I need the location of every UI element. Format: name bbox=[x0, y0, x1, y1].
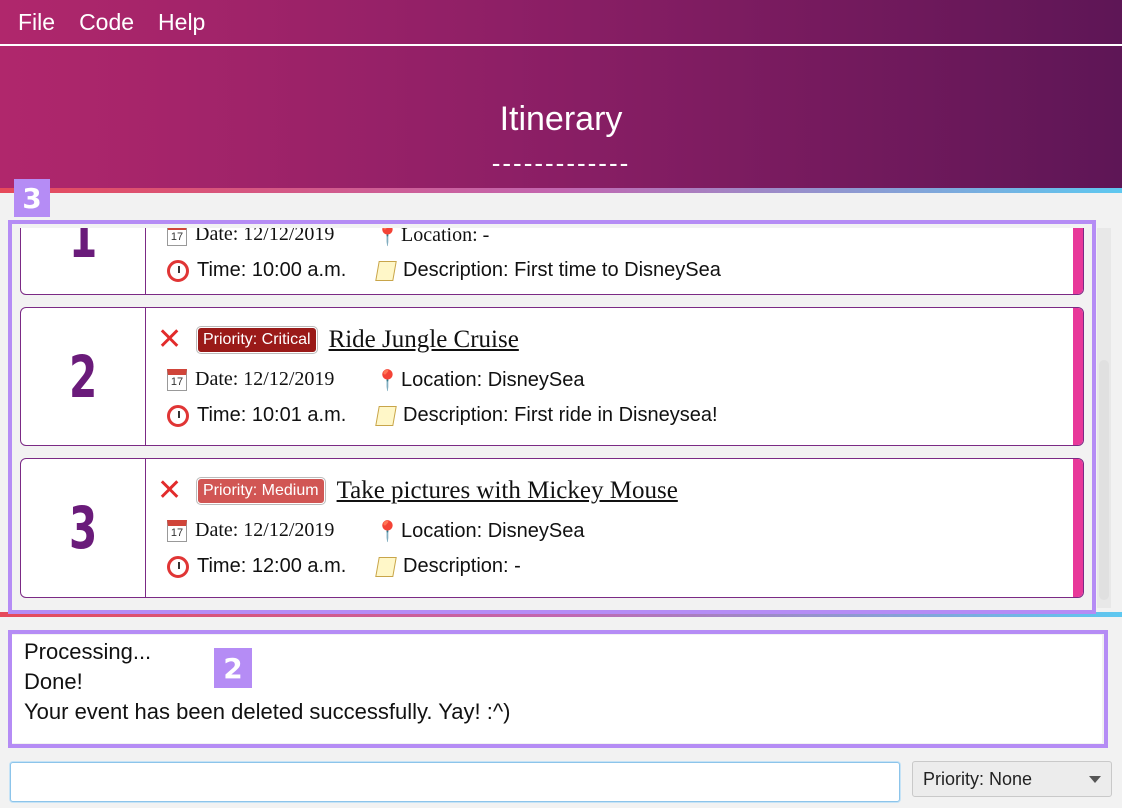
event-location-text: Location: - bbox=[401, 228, 490, 246]
page-title: Itinerary bbox=[499, 100, 623, 138]
list-accent-bar bbox=[0, 612, 1122, 617]
alarm-clock-icon bbox=[167, 259, 189, 282]
alarm-clock-icon bbox=[167, 404, 189, 427]
command-input[interactable] bbox=[10, 762, 900, 802]
event-location: 📍 Location: - bbox=[375, 228, 489, 248]
annotation-tag-list: 3 bbox=[14, 179, 50, 217]
event-name[interactable]: Ride Jungle Cruise bbox=[329, 326, 519, 354]
event-location-text: Location: DisneySea bbox=[401, 520, 585, 542]
calendar-icon: 17 bbox=[167, 228, 187, 246]
result-line: Done! bbox=[24, 669, 83, 694]
event-description: Description: - bbox=[375, 555, 521, 578]
delete-x-icon[interactable]: ✕ bbox=[157, 322, 187, 357]
priority-dropdown-value: Priority: None bbox=[923, 768, 1033, 789]
event-time-text: Time: 10:01 a.m. bbox=[197, 404, 347, 426]
event-time-text: Time: 10:00 a.m. bbox=[197, 259, 347, 281]
app-header: File Code Help Itinerary ------------- bbox=[0, 0, 1122, 188]
annotation-tag-result: 2 bbox=[214, 648, 252, 688]
title-underline: ------------- bbox=[491, 148, 631, 178]
calendar-icon: 17 bbox=[167, 519, 187, 542]
menu-file[interactable]: File bbox=[18, 9, 55, 36]
memo-icon bbox=[375, 260, 397, 281]
dropdown-arrow-icon bbox=[1089, 776, 1101, 783]
event-title-row: ✕ Priority: Critical Ride Jungle Cruise bbox=[157, 322, 519, 357]
event-location: 📍 Location: DisneySea bbox=[375, 368, 584, 393]
pin-icon: 📍 bbox=[375, 521, 400, 543]
event-time: Time: 12:00 a.m. bbox=[167, 555, 346, 578]
event-index-cell: 1 bbox=[21, 228, 146, 294]
priority-badge: Priority: Critical bbox=[197, 326, 317, 353]
event-date-text: Date: 12/12/2019 bbox=[195, 519, 335, 541]
event-date: 17 Date: 12/12/2019 bbox=[167, 228, 334, 246]
event-card[interactable]: 3 ✕ Priority: Medium Take pictures with … bbox=[20, 458, 1084, 598]
event-time-text: Time: 12:00 a.m. bbox=[197, 555, 347, 577]
event-date-text: Date: 12/12/2019 bbox=[195, 228, 335, 245]
pin-icon: 📍 bbox=[375, 228, 400, 247]
event-index: 2 bbox=[68, 342, 98, 411]
event-time: Time: 10:00 a.m. bbox=[167, 259, 346, 282]
event-location: 📍 Location: DisneySea bbox=[375, 519, 584, 544]
event-date: 17 Date: 12/12/2019 bbox=[167, 368, 334, 391]
event-description-text: Description: First ride in Disneysea! bbox=[403, 404, 718, 426]
event-time: Time: 10:01 a.m. bbox=[167, 404, 346, 427]
result-display: Processing... Done! Your event has been … bbox=[12, 635, 1102, 743]
header-accent-bar bbox=[0, 188, 1122, 193]
event-description-text: Description: - bbox=[403, 555, 521, 577]
result-line: Your event has been deleted successfully… bbox=[24, 699, 511, 724]
card-accent-strip bbox=[1073, 228, 1083, 294]
event-title-row: ✕ Priority: Medium Take pictures with Mi… bbox=[157, 473, 678, 508]
card-accent-strip bbox=[1073, 308, 1083, 445]
event-name[interactable]: Take pictures with Mickey Mouse bbox=[337, 477, 678, 505]
memo-icon bbox=[375, 405, 397, 426]
menu-divider bbox=[0, 44, 1122, 46]
event-description-text: Description: First time to DisneySea bbox=[403, 259, 721, 281]
card-accent-strip bbox=[1073, 459, 1083, 597]
priority-badge: Priority: Medium bbox=[197, 477, 325, 504]
event-date: 17 Date: 12/12/2019 bbox=[167, 519, 334, 542]
event-index-cell: 3 bbox=[21, 459, 146, 597]
menu-code[interactable]: Code bbox=[79, 9, 134, 36]
menu-help[interactable]: Help bbox=[158, 9, 205, 36]
delete-x-icon[interactable]: ✕ bbox=[157, 473, 187, 508]
event-index: 1 bbox=[68, 228, 98, 271]
pin-icon: 📍 bbox=[375, 370, 400, 392]
event-list[interactable]: 1 17 Date: 12/12/2019 📍 Location: - Time… bbox=[12, 228, 1100, 608]
calendar-icon: 17 bbox=[167, 368, 187, 391]
event-description: Description: First ride in Disneysea! bbox=[375, 404, 718, 427]
event-index-cell: 2 bbox=[21, 308, 146, 445]
event-card[interactable]: 1 17 Date: 12/12/2019 📍 Location: - Time… bbox=[20, 228, 1084, 295]
event-date-text: Date: 12/12/2019 bbox=[195, 368, 335, 390]
event-description: Description: First time to DisneySea bbox=[375, 259, 721, 282]
menu-bar: File Code Help bbox=[0, 0, 1122, 44]
memo-icon bbox=[375, 556, 397, 577]
event-location-text: Location: DisneySea bbox=[401, 369, 585, 391]
alarm-clock-icon bbox=[167, 555, 189, 578]
priority-dropdown[interactable]: Priority: None bbox=[912, 761, 1112, 797]
event-index: 3 bbox=[68, 494, 98, 562]
event-card[interactable]: 2 ✕ Priority: Critical Ride Jungle Cruis… bbox=[20, 307, 1084, 446]
list-scroll-thumb[interactable] bbox=[1099, 360, 1109, 600]
result-line: Processing... bbox=[24, 639, 152, 664]
